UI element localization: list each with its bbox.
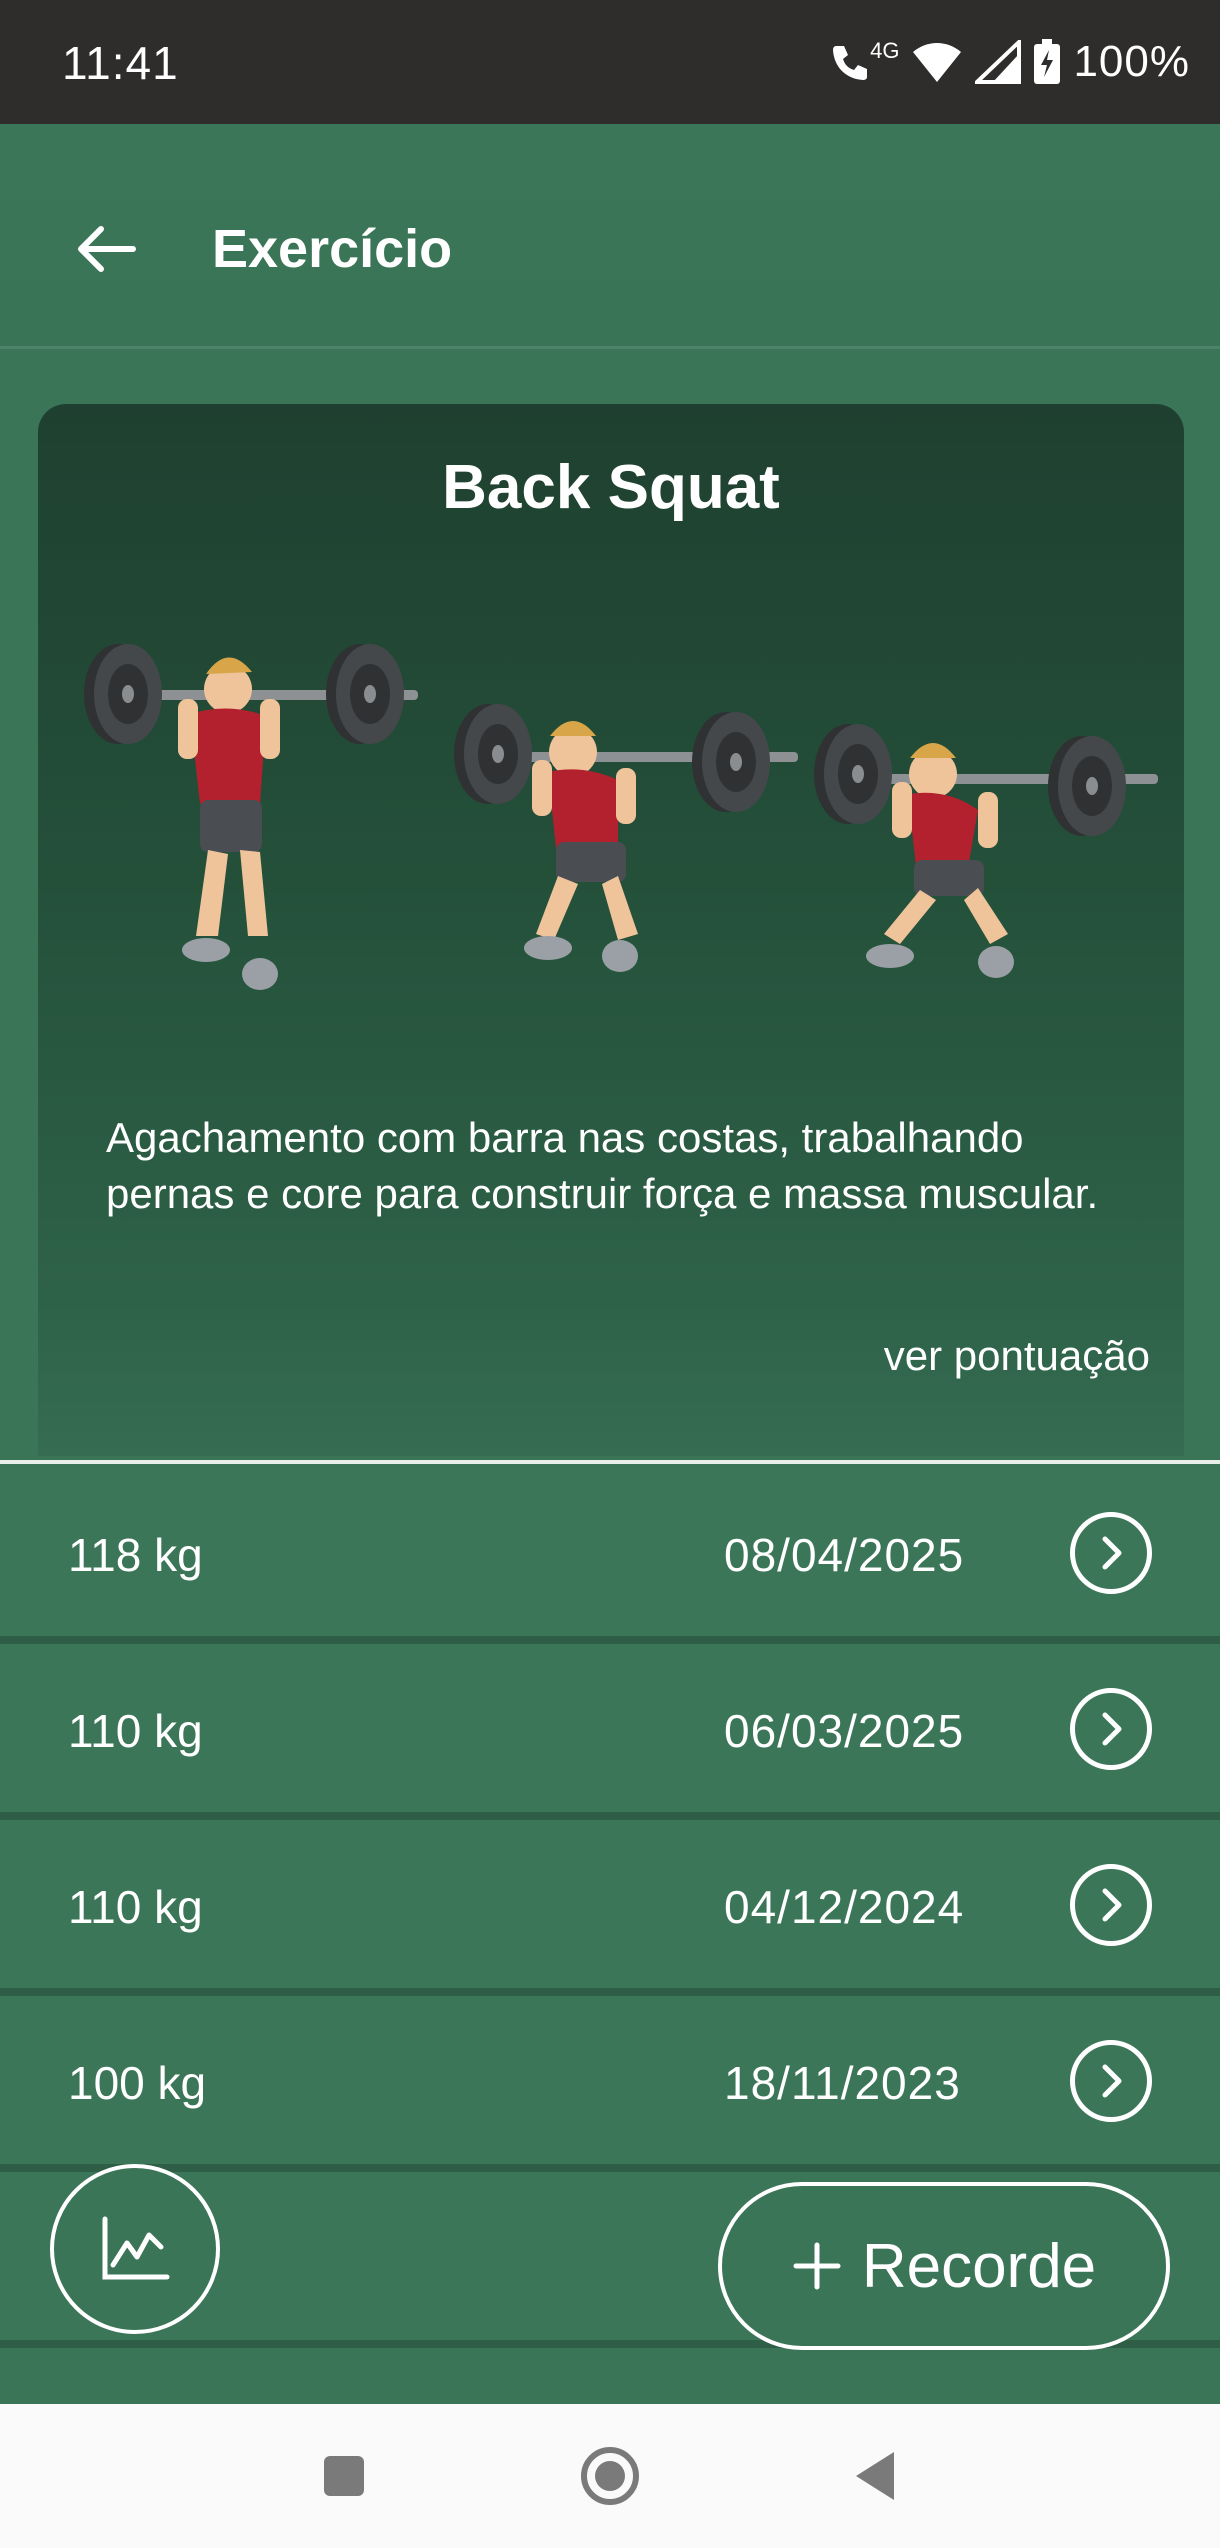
network-label: 4G bbox=[870, 38, 900, 63]
arrow-left-icon bbox=[78, 226, 136, 272]
view-score-link[interactable]: ver pontuação bbox=[884, 1332, 1150, 1380]
line-chart-icon bbox=[102, 2216, 170, 2280]
chevron-right-icon[interactable] bbox=[1070, 1864, 1152, 1946]
squat-illustration bbox=[84, 644, 1158, 990]
status-time: 11:41 bbox=[62, 37, 179, 89]
page-title: Exercício bbox=[212, 219, 453, 279]
battery-percentage: 100% bbox=[1073, 37, 1190, 86]
status-icons: 4G 100% bbox=[828, 34, 1190, 90]
signal-icon bbox=[975, 40, 1022, 84]
squat-figure-standing bbox=[84, 644, 418, 990]
home-button[interactable] bbox=[578, 2444, 642, 2513]
battery-icon bbox=[1034, 39, 1061, 84]
record-date: 04/12/2024 bbox=[724, 1881, 965, 1933]
app-bar: Exercício bbox=[0, 124, 1220, 349]
add-record-label: Recorde bbox=[861, 2231, 1097, 2301]
chevron-right-icon[interactable] bbox=[1070, 1512, 1152, 1594]
call-icon bbox=[833, 46, 868, 80]
triangle-back-icon bbox=[856, 2452, 894, 2500]
record-row[interactable]: 110 kg 06/03/2025 bbox=[0, 1644, 1220, 1820]
record-date: 08/04/2025 bbox=[724, 1529, 965, 1581]
exercise-description: Agachamento com barra nas costas, trabal… bbox=[106, 1114, 1099, 1217]
record-row[interactable]: 118 kg 08/04/2025 bbox=[0, 1468, 1220, 1644]
system-nav-bar bbox=[0, 2404, 1220, 2548]
wifi-icon bbox=[913, 43, 962, 82]
record-date: 06/03/2025 bbox=[724, 1705, 965, 1757]
record-weight: 118 kg bbox=[68, 1529, 203, 1581]
squat-figure-mid bbox=[454, 704, 798, 972]
squat-figure-deep bbox=[814, 724, 1158, 978]
chevron-right-icon[interactable] bbox=[1070, 1688, 1152, 1770]
back-button[interactable] bbox=[60, 204, 150, 294]
exercise-card: Back Squat Agachamento com barra nas cos… bbox=[38, 404, 1184, 1456]
chevron-right-icon[interactable] bbox=[1070, 2040, 1152, 2122]
back-nav-button[interactable] bbox=[850, 2448, 900, 2509]
home-circle-icon bbox=[581, 2447, 639, 2505]
record-row[interactable]: 100 kg 18/11/2023 bbox=[0, 1996, 1220, 2172]
record-weight: 100 kg bbox=[68, 2057, 207, 2109]
chart-button[interactable] bbox=[50, 2164, 220, 2334]
record-weight: 110 kg bbox=[68, 1705, 203, 1757]
record-date: 18/11/2023 bbox=[724, 2057, 961, 2109]
record-weight: 110 kg bbox=[68, 1881, 203, 1933]
divider bbox=[0, 1460, 1220, 1464]
record-row[interactable]: 110 kg 04/12/2024 bbox=[0, 1820, 1220, 1996]
square-icon bbox=[324, 2456, 364, 2496]
plus-icon bbox=[793, 2242, 841, 2290]
recents-button[interactable] bbox=[322, 2454, 366, 2503]
status-bar: 11:41 4G 100% bbox=[0, 0, 1220, 124]
exercise-name: Back Squat bbox=[442, 453, 780, 522]
add-record-button[interactable]: Recorde bbox=[718, 2182, 1170, 2350]
